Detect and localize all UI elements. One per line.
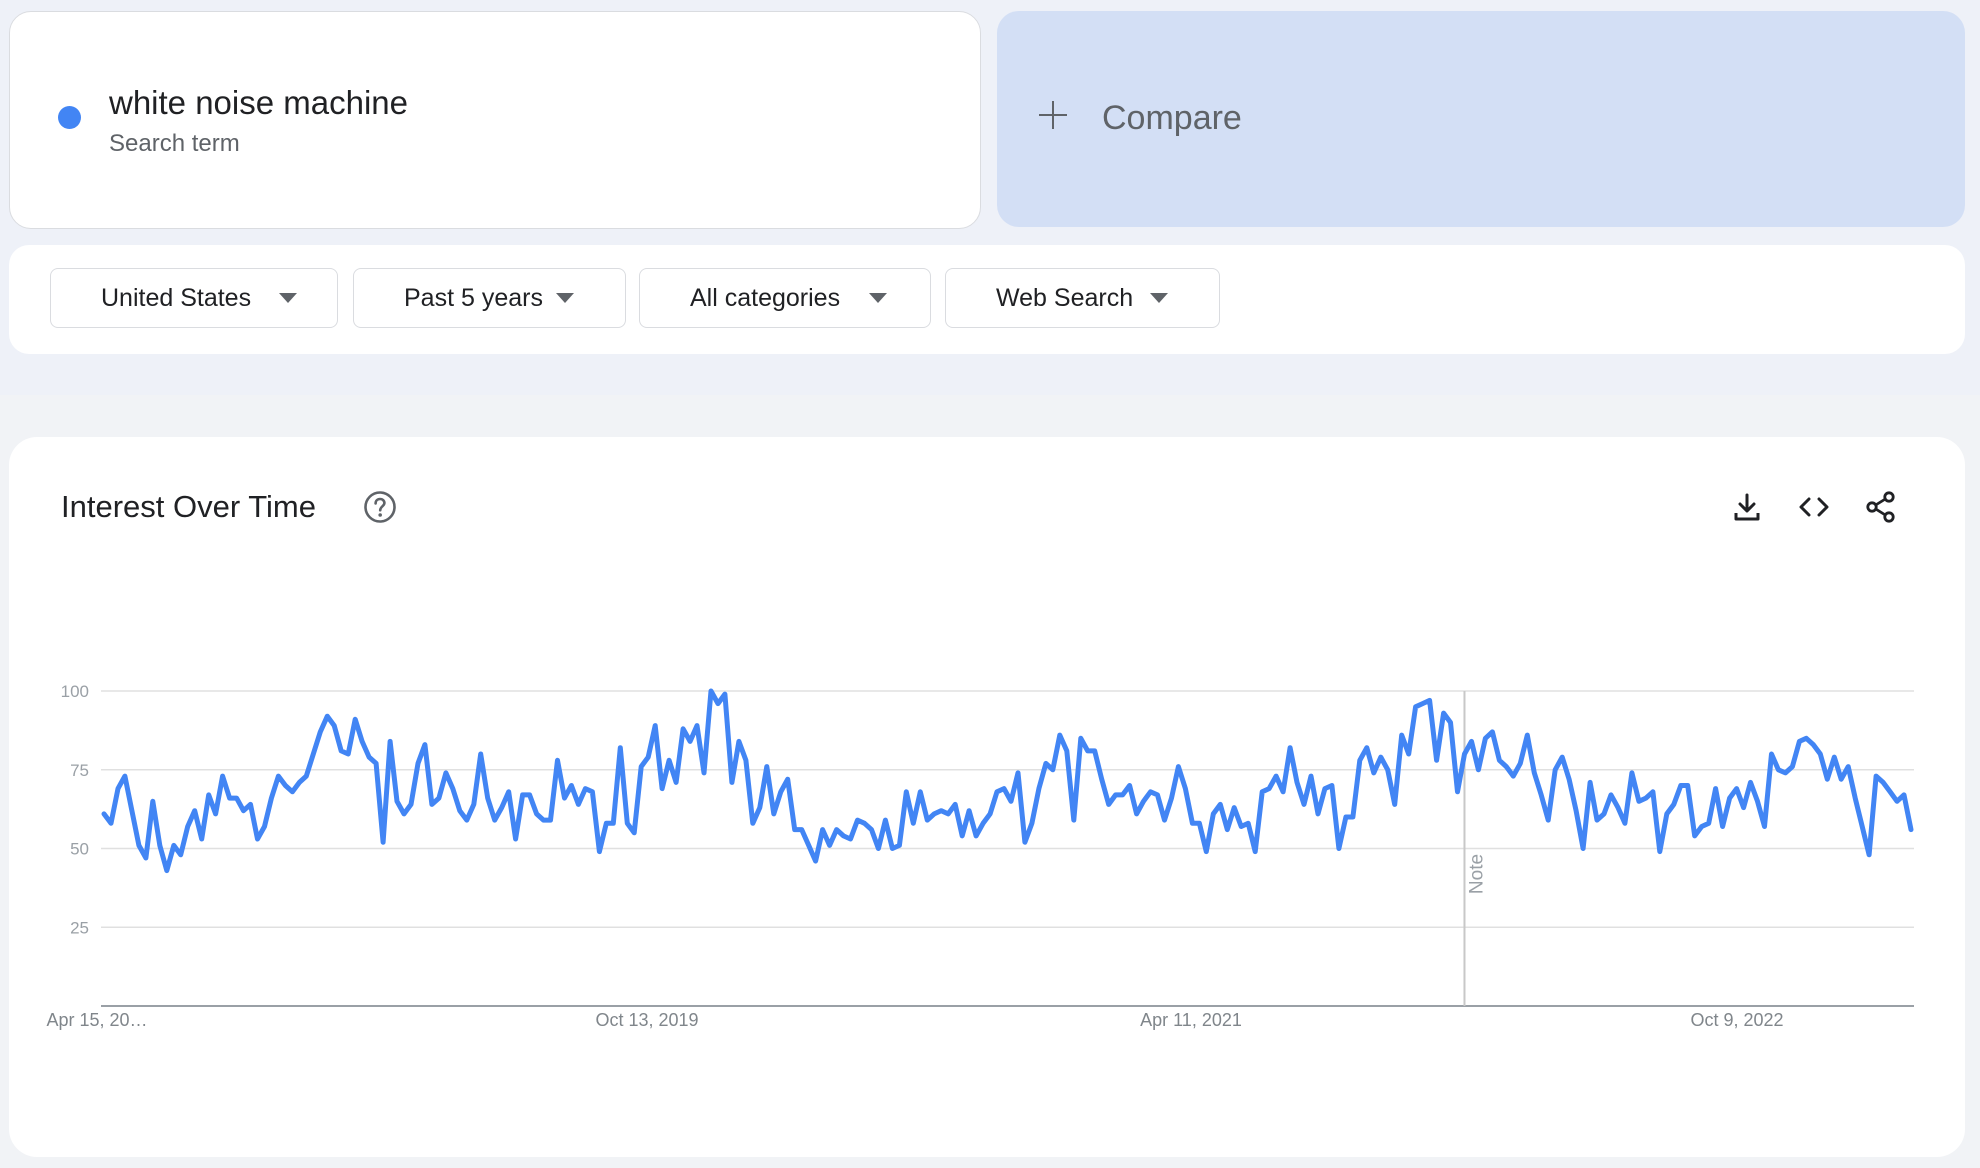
compare-label: Compare (1102, 99, 1242, 137)
interest-line-chart: 25 50 75 100 Apr 15, 20… Oct 13, 2019 Apr 11, … (46, 682, 1914, 1030)
series-line[interactable] (101, 688, 1914, 874)
caret-down-icon (279, 293, 297, 303)
search-term-card[interactable]: white noise machine Search term (9, 11, 981, 229)
region-filter-dropdown[interactable]: United States (50, 268, 338, 328)
caret-down-icon (556, 293, 574, 303)
compare-button[interactable]: Compare (997, 11, 1965, 227)
region-filter-label: United States (101, 284, 252, 312)
caret-down-icon (869, 293, 887, 303)
search-type-filter-label: Web Search (996, 284, 1134, 312)
time-range-filter-label: Past 5 years (404, 284, 543, 312)
category-filter-label: All categories (690, 284, 841, 312)
plus-icon (1039, 101, 1067, 129)
x-tick-label: Apr 11, 2021 (1140, 1010, 1242, 1030)
series-color-dot (58, 106, 81, 129)
caret-down-icon (1150, 293, 1168, 303)
x-tick-label: Oct 13, 2019 (595, 1010, 698, 1030)
filter-bar: United States Past 5 years All categorie… (9, 245, 1965, 354)
x-tick-label: Oct 9, 2022 (1690, 1010, 1783, 1030)
interest-over-time-panel: Interest Over Time 25 50 75 100 Apr 15, 20… O… (9, 437, 1965, 1157)
x-tick-label: Apr 15, 20… (46, 1010, 147, 1030)
annotation-note-label[interactable]: Note (1466, 854, 1487, 894)
time-range-filter-dropdown[interactable]: Past 5 years (353, 268, 626, 328)
y-tick-label: 100 (61, 682, 89, 701)
search-type-filter-dropdown[interactable]: Web Search (945, 268, 1220, 328)
y-tick-label: 25 (70, 918, 89, 937)
search-term-name: white noise machine (109, 84, 408, 121)
y-tick-label: 75 (70, 761, 89, 780)
y-tick-label: 50 (70, 840, 89, 859)
search-term-subtitle: Search term (109, 130, 240, 157)
category-filter-dropdown[interactable]: All categories (639, 268, 931, 328)
